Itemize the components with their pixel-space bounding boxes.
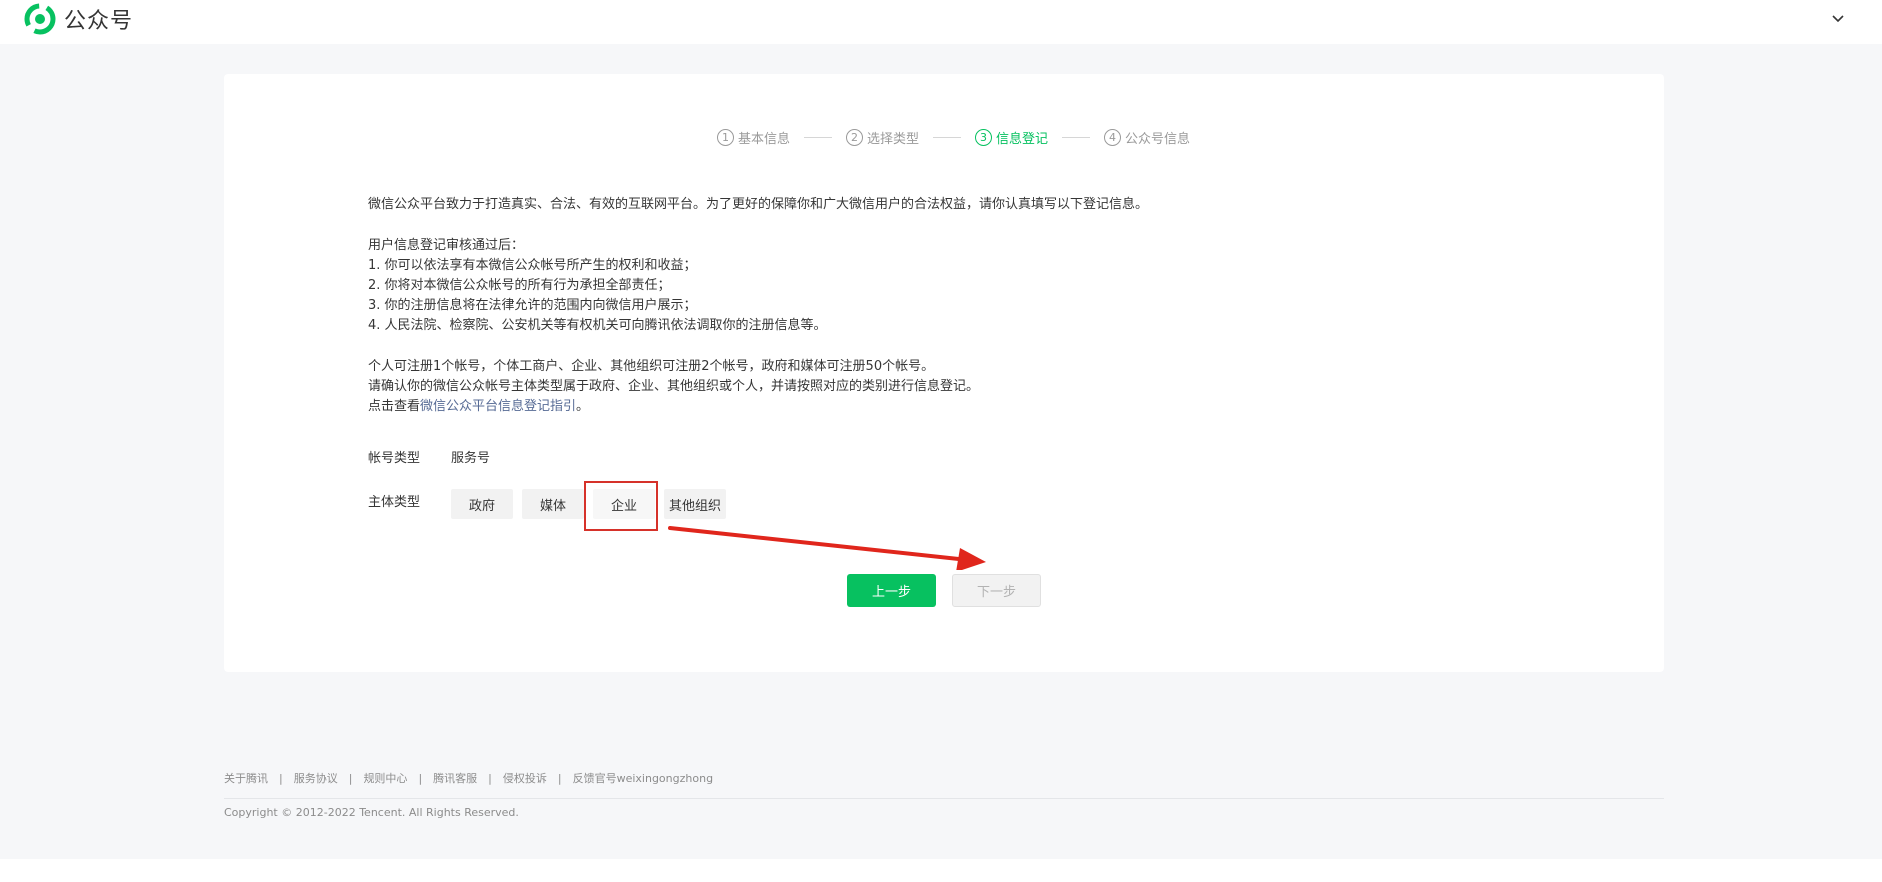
- step-number: 2: [846, 128, 864, 146]
- footer-link-feedback[interactable]: 反馈官号weixingongzhong: [573, 770, 713, 786]
- footer-separator: |: [418, 771, 423, 785]
- next-step-button[interactable]: 下一步: [952, 574, 1041, 607]
- step-info-registration: 3 信息登记: [975, 128, 1048, 147]
- top-bar: 公众号: [0, 0, 1882, 44]
- wechat-mp-logo-icon: [24, 3, 56, 35]
- subject-type-row: 主体类型 政府 媒体 企业 其他组织: [368, 489, 735, 519]
- step-divider: [933, 136, 962, 138]
- logo[interactable]: 公众号: [24, 3, 133, 35]
- step-select-type: 2 选择类型: [846, 128, 919, 147]
- footer-links: 关于腾讯 | 服务协议 | 规则中心 | 腾讯客服 | 侵权投诉 | 反馈官号w…: [224, 770, 713, 786]
- annotation-arrow-icon: [668, 526, 986, 570]
- registration-guide-link[interactable]: 微信公众平台信息登记指引: [420, 399, 576, 414]
- footer-link-rules-center[interactable]: 规则中心: [363, 770, 407, 786]
- step-divider: [804, 136, 833, 138]
- registration-notice: 微信公众平台致力于打造真实、合法、有效的互联网平台。为了更好的保障你和广大微信用…: [368, 195, 1268, 417]
- copyright: Copyright © 2012-2022 Tencent. All Right…: [224, 806, 519, 819]
- subject-type-label: 主体类型: [368, 495, 421, 510]
- footer-link-customer-service[interactable]: 腾讯客服: [433, 770, 477, 786]
- subject-option-other-org[interactable]: 其他组织: [664, 489, 726, 519]
- footer-separator: |: [348, 771, 353, 785]
- subject-option-enterprise[interactable]: 企业: [593, 489, 655, 519]
- footer-link-about[interactable]: 关于腾讯: [224, 770, 268, 786]
- chevron-down-icon[interactable]: [1828, 8, 1848, 28]
- subject-option-media[interactable]: 媒体: [522, 489, 584, 519]
- step-label: 信息登记: [996, 131, 1049, 147]
- step-basic-info: 1 基本信息: [717, 128, 790, 147]
- step-label: 基本信息: [738, 131, 791, 147]
- footer-separator: |: [488, 771, 492, 785]
- notice-confirm: 请确认你的微信公众帐号主体类型属于政府、企业、其他组织或个人，并请按照对应的类别…: [368, 379, 980, 394]
- step-number: 1: [717, 128, 734, 146]
- notice-item: 2. 你将对本微信公众帐号的所有行为承担全部责任；: [368, 278, 671, 293]
- step-divider: [1062, 136, 1091, 138]
- notice-guide: 点击查看微信公众平台信息登记指引。: [368, 397, 1268, 417]
- account-type-row: 帐号类型 服务号: [368, 447, 490, 466]
- footer-link-service-agreement[interactable]: 服务协议: [294, 770, 338, 786]
- step-indicator: 1 基本信息 2 选择类型 3 信息登记 4 公众号信息: [717, 127, 1190, 147]
- footer-divider: [224, 798, 1664, 799]
- notice-item: 4. 人民法院、检察院、公安机关等有权机关可向腾讯依法调取你的注册信息等。: [368, 318, 827, 333]
- notice-after-title: 用户信息登记审核通过后：: [368, 238, 525, 253]
- step-label: 公众号信息: [1125, 131, 1191, 147]
- account-type-value: 服务号: [451, 451, 491, 466]
- notice-limits: 个人可注册1个帐号，个体工商户、企业、其他组织可注册2个帐号，政府和媒体可注册5…: [368, 359, 935, 374]
- subject-type-options: 政府 媒体 企业 其他组织: [451, 489, 735, 519]
- footer-separator: |: [279, 771, 283, 785]
- footer-link-infringement[interactable]: 侵权投诉: [503, 770, 547, 786]
- notice-intro: 微信公众平台致力于打造真实、合法、有效的互联网平台。为了更好的保障你和广大微信用…: [368, 197, 1149, 212]
- footer-separator: |: [557, 771, 562, 785]
- notice-item: 1. 你可以依法享有本微信公众帐号所产生的权利和收益；: [368, 258, 697, 273]
- account-type-label: 帐号类型: [368, 451, 421, 466]
- step-number: 3: [975, 128, 993, 146]
- step-account-info: 4 公众号信息: [1104, 128, 1190, 147]
- step-label: 选择类型: [867, 131, 920, 147]
- guide-prefix: 点击查看: [368, 399, 421, 414]
- guide-suffix: 。: [576, 399, 590, 414]
- logo-text: 公众号: [64, 9, 134, 34]
- step-number: 4: [1104, 128, 1122, 146]
- notice-item: 3. 你的注册信息将在法律允许的范围内向微信用户展示；: [368, 298, 697, 313]
- previous-step-button[interactable]: 上一步: [847, 574, 936, 607]
- subject-option-government[interactable]: 政府: [451, 489, 513, 519]
